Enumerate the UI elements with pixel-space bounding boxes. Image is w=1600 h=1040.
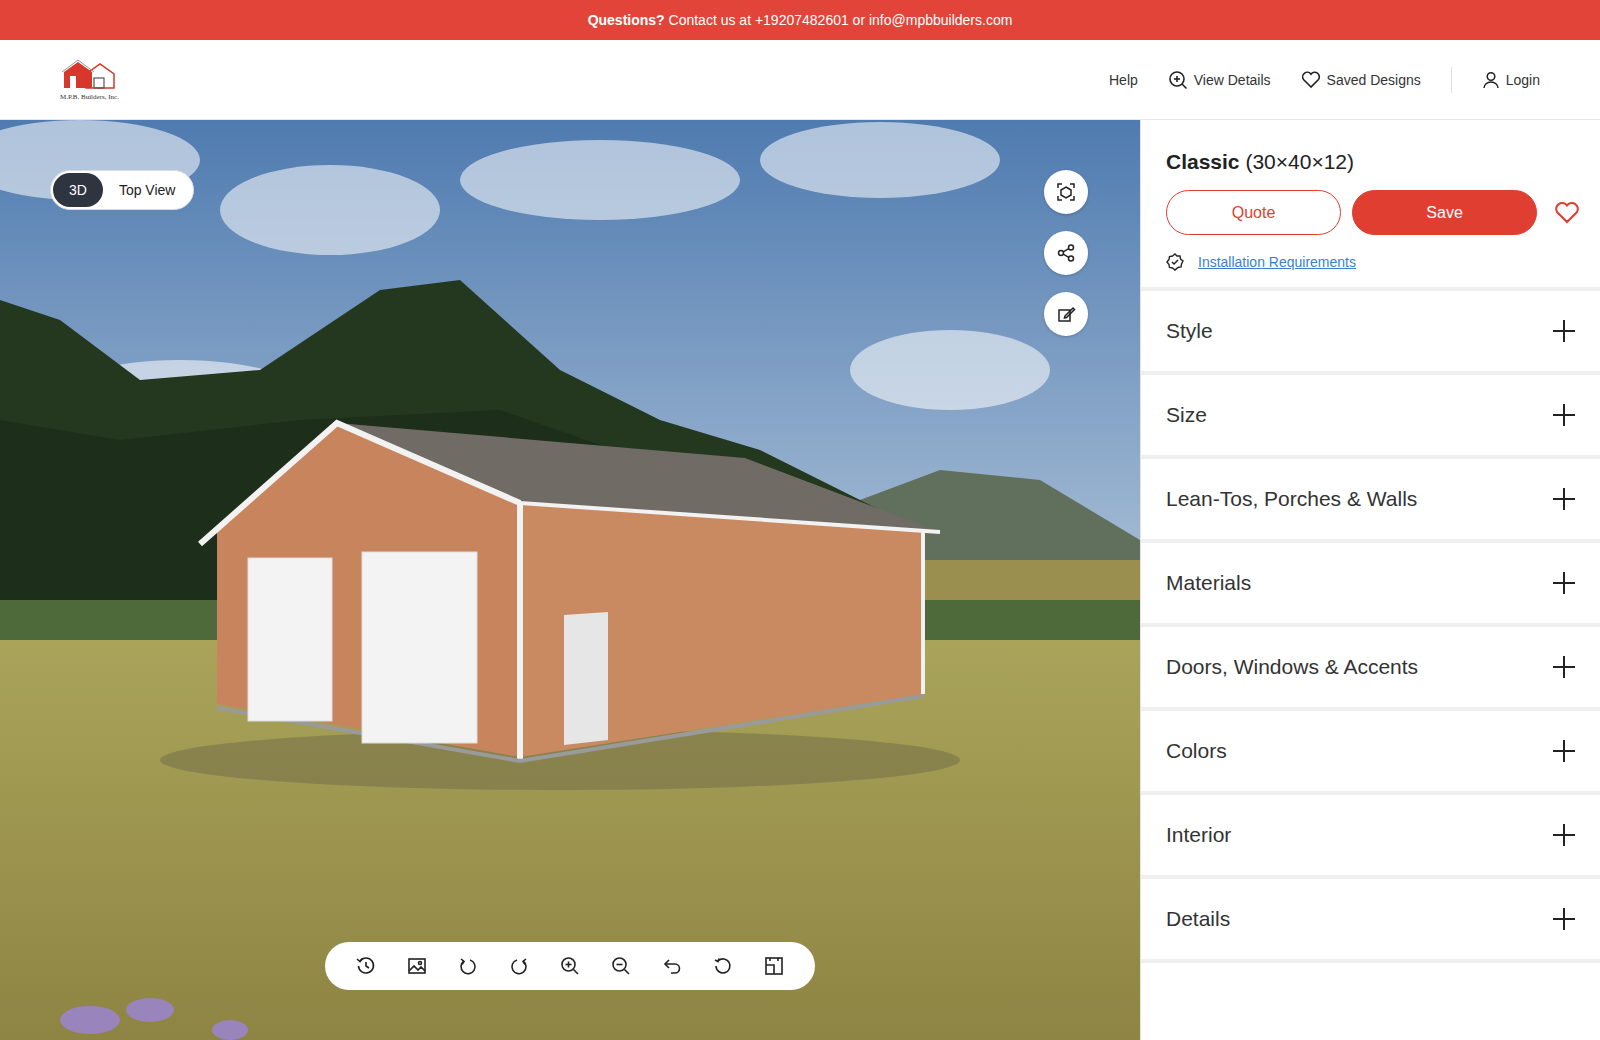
zoom-out-icon [610, 955, 632, 977]
undo-icon [661, 955, 683, 977]
requirements-row: Installation Requirements [1166, 253, 1580, 271]
ar-view-button[interactable] [1044, 170, 1088, 214]
panel-header: Classic (30×40×12) Quote Save Installati… [1141, 120, 1600, 291]
nav-item[interactable]: View Details [1168, 70, 1271, 90]
reset-button[interactable] [702, 953, 744, 979]
history-button[interactable] [345, 953, 387, 979]
image-icon [406, 955, 428, 977]
nav-item[interactable]: Saved Designs [1301, 71, 1421, 89]
undo-button[interactable] [651, 953, 693, 979]
reset-icon [712, 955, 734, 977]
barn[interactable] [200, 423, 940, 761]
view-toggle-option[interactable]: Top View [103, 173, 192, 207]
nav-label: Saved Designs [1327, 72, 1421, 88]
plus-icon [1552, 571, 1576, 595]
accordion-section[interactable]: Materials [1141, 543, 1600, 627]
view-toggle: 3DTop View [50, 170, 194, 210]
section-label: Lean-Tos, Porches & Walls [1166, 487, 1417, 511]
logo[interactable]: M.P.B. Builders, Inc. [60, 58, 119, 101]
accordion-section[interactable]: Doors, Windows & Accents [1141, 627, 1600, 711]
header: M.P.B. Builders, Inc. Help View Details … [0, 40, 1600, 120]
accordion-section[interactable]: Lean-Tos, Porches & Walls [1141, 459, 1600, 543]
accordion-section[interactable]: Details [1141, 879, 1600, 963]
section-label: Doors, Windows & Accents [1166, 655, 1418, 679]
zoom-plus-icon [1168, 70, 1188, 90]
configurator-panel: Classic (30×40×12) Quote Save Installati… [1140, 120, 1600, 1040]
section-label: Style [1166, 319, 1213, 343]
measure-button[interactable] [753, 953, 795, 979]
edit-design-button[interactable] [1044, 292, 1088, 336]
3d-viewport[interactable]: 3DTop View [0, 120, 1140, 1040]
rotate-right-button[interactable] [498, 953, 540, 979]
plus-icon [1552, 907, 1576, 931]
nav-divider [1451, 67, 1452, 93]
nav-item[interactable]: Login [1482, 71, 1540, 89]
share-icon [1056, 243, 1076, 263]
plus-icon [1552, 739, 1576, 763]
quote-button[interactable]: Quote [1166, 190, 1341, 235]
main: 3DTop View Classic (30×40×12) Quote Save… [0, 120, 1600, 1040]
product-title: Classic (30×40×12) [1166, 150, 1580, 174]
accordion-section[interactable]: Interior [1141, 795, 1600, 879]
walk-door [564, 612, 608, 745]
accordion-section[interactable]: Size [1141, 375, 1600, 459]
logo-text: M.P.B. Builders, Inc. [60, 93, 119, 101]
rotate-right-icon [508, 955, 530, 977]
banner-text: Contact us at +19207482601 or info@mpbbu… [669, 12, 1013, 28]
plus-icon [1552, 823, 1576, 847]
badge-check-icon [1166, 253, 1184, 271]
zoom-in-icon [559, 955, 581, 977]
banner-label: Questions? [588, 12, 665, 28]
section-label: Details [1166, 907, 1230, 931]
share-button[interactable] [1044, 231, 1088, 275]
view-toggle-option[interactable]: 3D [53, 173, 103, 207]
ar-icon [1056, 182, 1076, 202]
contact-banner: Questions? Contact us at +19207482601 or… [0, 0, 1600, 40]
product-name: Classic [1166, 150, 1240, 173]
zoom-in-button[interactable] [549, 953, 591, 979]
viewport-actions [1044, 170, 1088, 336]
history-icon [355, 955, 377, 977]
product-size: (30×40×12) [1245, 150, 1354, 173]
plus-icon [1552, 655, 1576, 679]
installation-requirements-link[interactable]: Installation Requirements [1198, 254, 1356, 270]
accordion-section[interactable]: Colors [1141, 711, 1600, 795]
edit-icon [1056, 304, 1076, 324]
nav-label: Login [1506, 72, 1540, 88]
nav-item[interactable]: Help [1109, 72, 1138, 88]
heart-icon [1301, 71, 1321, 89]
section-label: Colors [1166, 739, 1227, 763]
plus-icon [1552, 487, 1576, 511]
heart-icon [1554, 201, 1580, 225]
accordion-section[interactable]: Style [1141, 291, 1600, 375]
app: Questions? Contact us at +19207482601 or… [0, 0, 1600, 1040]
viewer-toolbar [325, 942, 815, 990]
favorite-button[interactable] [1548, 201, 1580, 225]
nav-label: View Details [1194, 72, 1271, 88]
garage-door [248, 558, 332, 721]
rotate-left-icon [457, 955, 479, 977]
garage-door [362, 552, 477, 743]
save-button[interactable]: Save [1352, 190, 1537, 235]
barn-logo-icon [60, 58, 118, 92]
measure-icon [763, 955, 785, 977]
section-label: Materials [1166, 571, 1251, 595]
zoom-out-button[interactable] [600, 953, 642, 979]
section-label: Interior [1166, 823, 1231, 847]
user-icon [1482, 71, 1500, 89]
section-label: Size [1166, 403, 1207, 427]
plus-icon [1552, 403, 1576, 427]
action-row: Quote Save [1166, 190, 1580, 235]
rotate-left-button[interactable] [447, 953, 489, 979]
image-button[interactable] [396, 953, 438, 979]
nav-label: Help [1109, 72, 1138, 88]
top-nav: Help View Details Saved Designs Login [1109, 67, 1540, 93]
plus-icon [1552, 319, 1576, 343]
barn-render[interactable] [0, 120, 1140, 1040]
